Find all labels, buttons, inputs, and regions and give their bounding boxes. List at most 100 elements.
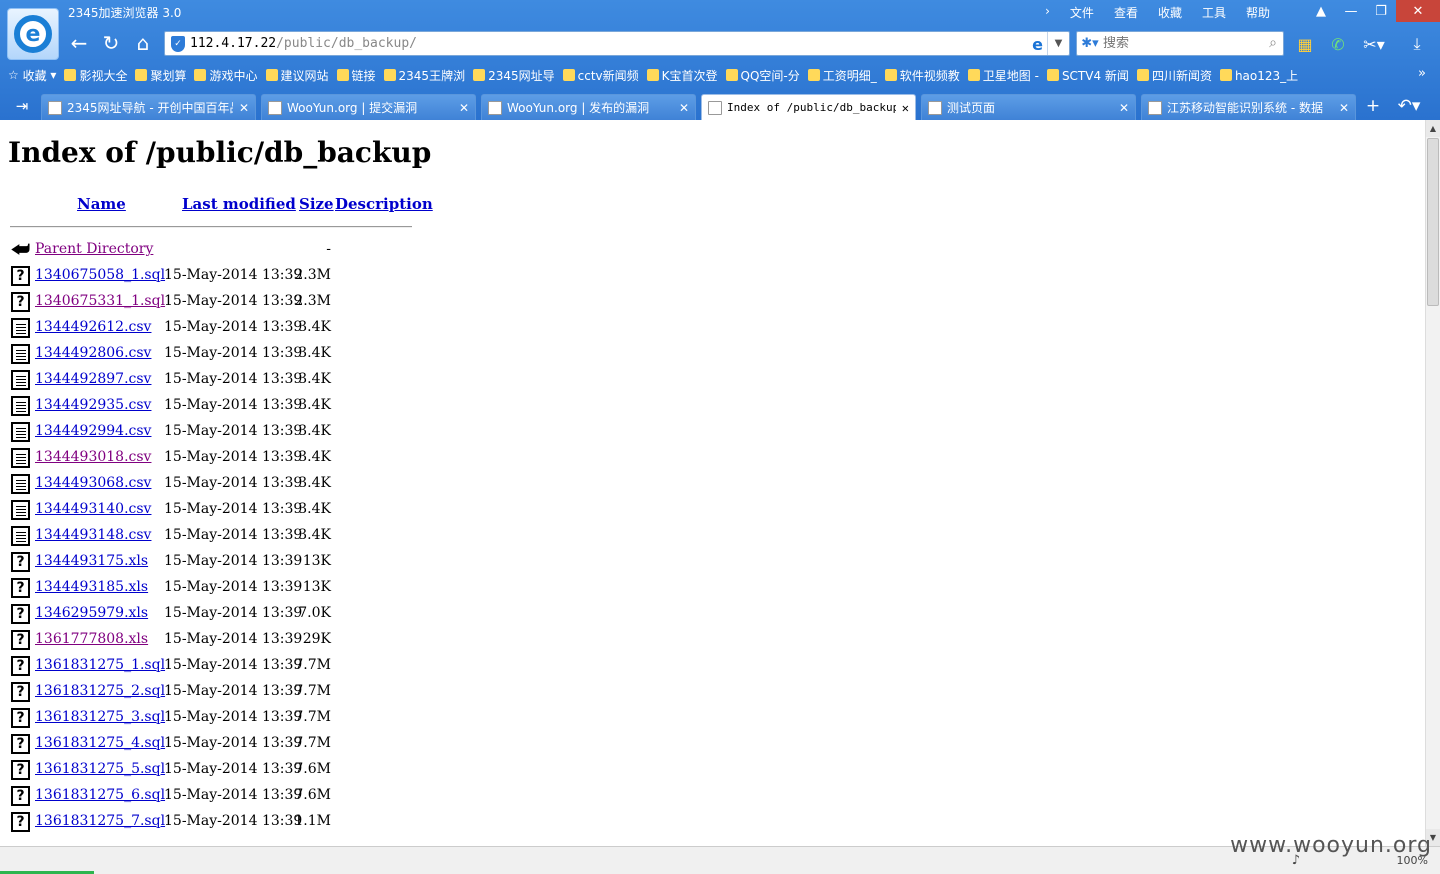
file-link[interactable]: 1361831275_4.sql	[35, 735, 165, 751]
menu-tools[interactable]: 工具	[1192, 4, 1236, 21]
file-link[interactable]: 1346295979.xls	[35, 605, 148, 621]
close-icon[interactable]: ✕	[679, 101, 689, 115]
close-icon[interactable]: ✕	[239, 101, 249, 115]
file-link[interactable]: 1344492994.csv	[35, 423, 151, 439]
browser-logo-icon[interactable]: e	[7, 8, 59, 60]
scroll-thumb[interactable]	[1427, 138, 1439, 306]
sidebar-toggle-icon[interactable]: ⇥	[8, 94, 36, 118]
bookmark-label: K宝首次登	[661, 68, 718, 83]
bookmark-item[interactable]: 工资明细_	[804, 67, 881, 84]
tab-2345[interactable]: 2345网址导航 - 开创中国百年品 ✕	[41, 94, 256, 120]
file-link[interactable]: 1340675331_1.sql	[35, 293, 165, 309]
search-icon[interactable]: ⌕	[1269, 35, 1277, 51]
file-modified: 15-May-2014 13:39	[164, 657, 303, 673]
bookmark-item[interactable]: 聚划算	[131, 67, 190, 84]
file-row: ? 1344493175.xls 15-May-2014 13:39 13K	[10, 552, 331, 578]
close-icon[interactable]: ✕	[1119, 101, 1129, 115]
file-link[interactable]: 1344492612.csv	[35, 319, 151, 335]
scroll-up-icon[interactable]: ▲	[1426, 120, 1440, 137]
bookmark-label: cctv新闻频	[577, 68, 639, 83]
file-link[interactable]: 1361831275_6.sql	[35, 787, 165, 803]
restore-button[interactable]: ❐	[1366, 0, 1396, 22]
search-input[interactable]	[1103, 36, 1253, 51]
parent-directory-link[interactable]: Parent Directory	[35, 241, 153, 257]
menu-view[interactable]: 查看	[1104, 4, 1148, 21]
file-link[interactable]: 1344492935.csv	[35, 397, 151, 413]
bookmark-item[interactable]: 卫星地图 -	[964, 67, 1043, 84]
bookmark-item[interactable]: 影视大全	[60, 67, 131, 84]
bookmark-item[interactable]: 游戏中心	[190, 67, 261, 84]
tab-test-page[interactable]: 测试页面 ✕	[921, 94, 1136, 120]
home-icon[interactable]: ⌂	[129, 30, 157, 56]
file-link[interactable]: 1344492897.csv	[35, 371, 151, 387]
bookmark-item[interactable]: K宝首次登	[643, 67, 722, 84]
security-shield-icon: ✓	[171, 35, 185, 52]
file-modified: 15-May-2014 13:39	[164, 501, 303, 517]
bookmark-item[interactable]: 软件视频教	[881, 67, 964, 84]
tab-index-db-backup[interactable]: Index of /public/db_backup ✕	[701, 94, 916, 120]
bookmarks-bar: ☆ 收藏 ▾ 影视大全 聚划算 游戏中心 建议网站 链接 2345王牌浏 234…	[0, 63, 1440, 87]
bookmark-item[interactable]: 链接	[333, 67, 380, 84]
address-dropdown-icon[interactable]: ▼	[1047, 32, 1069, 55]
bookmark-item[interactable]: 四川新闻资	[1133, 67, 1216, 84]
file-link[interactable]: 1361831275_7.sql	[35, 813, 165, 829]
refresh-icon[interactable]: ↻	[97, 30, 125, 56]
file-link[interactable]: 1361831275_3.sql	[35, 709, 165, 725]
close-icon[interactable]: ✕	[1339, 101, 1349, 115]
skin-icon[interactable]: ▲	[1306, 0, 1336, 22]
bookmark-item[interactable]: 2345王牌浏	[380, 67, 470, 84]
text-file-icon	[11, 422, 30, 442]
menu-file[interactable]: 文件	[1060, 4, 1104, 21]
file-link[interactable]: 1344493185.xls	[35, 579, 148, 595]
menu-favorites[interactable]: 收藏	[1148, 4, 1192, 21]
close-button[interactable]: ✕	[1396, 0, 1440, 22]
vertical-scrollbar[interactable]: ▲ ▼	[1425, 120, 1440, 846]
undo-close-tab-icon[interactable]: ↶▾	[1394, 94, 1424, 118]
bookmark-item[interactable]: cctv新闻频	[559, 67, 643, 84]
screenshot-icon[interactable]: ✂▾	[1362, 33, 1386, 55]
apps-grid-icon[interactable]: ▦	[1293, 33, 1317, 55]
file-link[interactable]: 1344493140.csv	[35, 501, 151, 517]
close-icon[interactable]: ✕	[459, 101, 469, 115]
volume-icon[interactable]: ♪	[1292, 853, 1300, 868]
phone-icon[interactable]: ✆	[1326, 33, 1350, 55]
bookmark-favicon-icon	[135, 69, 148, 81]
bookmark-item[interactable]: SCTV4 新闻	[1043, 67, 1133, 84]
bookmark-item[interactable]: hao123_上	[1216, 67, 1302, 84]
new-tab-icon[interactable]: +	[1358, 94, 1388, 118]
menu-help[interactable]: 帮助	[1236, 4, 1280, 21]
bookmark-item[interactable]: 2345网址导	[469, 67, 559, 84]
bookmark-item[interactable]: QQ空间-分	[722, 67, 804, 84]
file-link[interactable]: 1361831275_2.sql	[35, 683, 165, 699]
sort-by-name-link[interactable]: Name	[77, 195, 126, 213]
sort-by-description-link[interactable]: Description	[335, 195, 433, 213]
tab-wooyun-submit[interactable]: WooYun.org | 提交漏洞 ✕	[261, 94, 476, 120]
bookmark-item[interactable]: 建议网站	[262, 67, 333, 84]
file-link[interactable]: 1344493148.csv	[35, 527, 151, 543]
file-link[interactable]: 1344493068.csv	[35, 475, 151, 491]
ie-engine-icon[interactable]: e	[1032, 35, 1043, 54]
search-engine-icon[interactable]: ✱▾	[1077, 36, 1103, 51]
menu-expand-icon[interactable]: ›	[1035, 4, 1060, 21]
file-link[interactable]: 1344493175.xls	[35, 553, 148, 569]
close-icon[interactable]: ✕	[902, 101, 909, 115]
download-icon[interactable]: ⤓	[1405, 33, 1429, 55]
sort-by-modified-link[interactable]: Last modified	[182, 195, 296, 213]
bookmarks-more-icon[interactable]: »	[1418, 66, 1426, 81]
address-path: /public/db_backup/	[276, 36, 417, 51]
tab-wooyun-published[interactable]: WooYun.org | 发布的漏洞 ✕	[481, 94, 696, 120]
tab-jiangsu-mobile[interactable]: 江苏移动智能识别系统 - 数据 ✕	[1141, 94, 1356, 120]
file-row: ? 1361831275_6.sql 15-May-2014 13:39 7.6M	[10, 786, 331, 812]
file-link[interactable]: 1344492806.csv	[35, 345, 151, 361]
file-link[interactable]: 1340675058_1.sql	[35, 267, 165, 283]
minimize-button[interactable]: —	[1336, 0, 1366, 22]
file-link[interactable]: 1344493018.csv	[35, 449, 151, 465]
sort-by-size-link[interactable]: Size	[299, 195, 334, 213]
zoom-level[interactable]: 100%	[1397, 854, 1428, 867]
back-arrow-icon[interactable]: ←	[65, 30, 93, 56]
file-link[interactable]: 1361831275_1.sql	[35, 657, 165, 673]
favorites-menu[interactable]: ☆ 收藏 ▾	[0, 67, 60, 84]
file-link[interactable]: 1361831275_5.sql	[35, 761, 165, 777]
file-link[interactable]: 1361777808.xls	[35, 631, 148, 647]
address-bar[interactable]: ✓ 112.4.17.22/public/db_backup/ e ▼	[164, 31, 1070, 56]
